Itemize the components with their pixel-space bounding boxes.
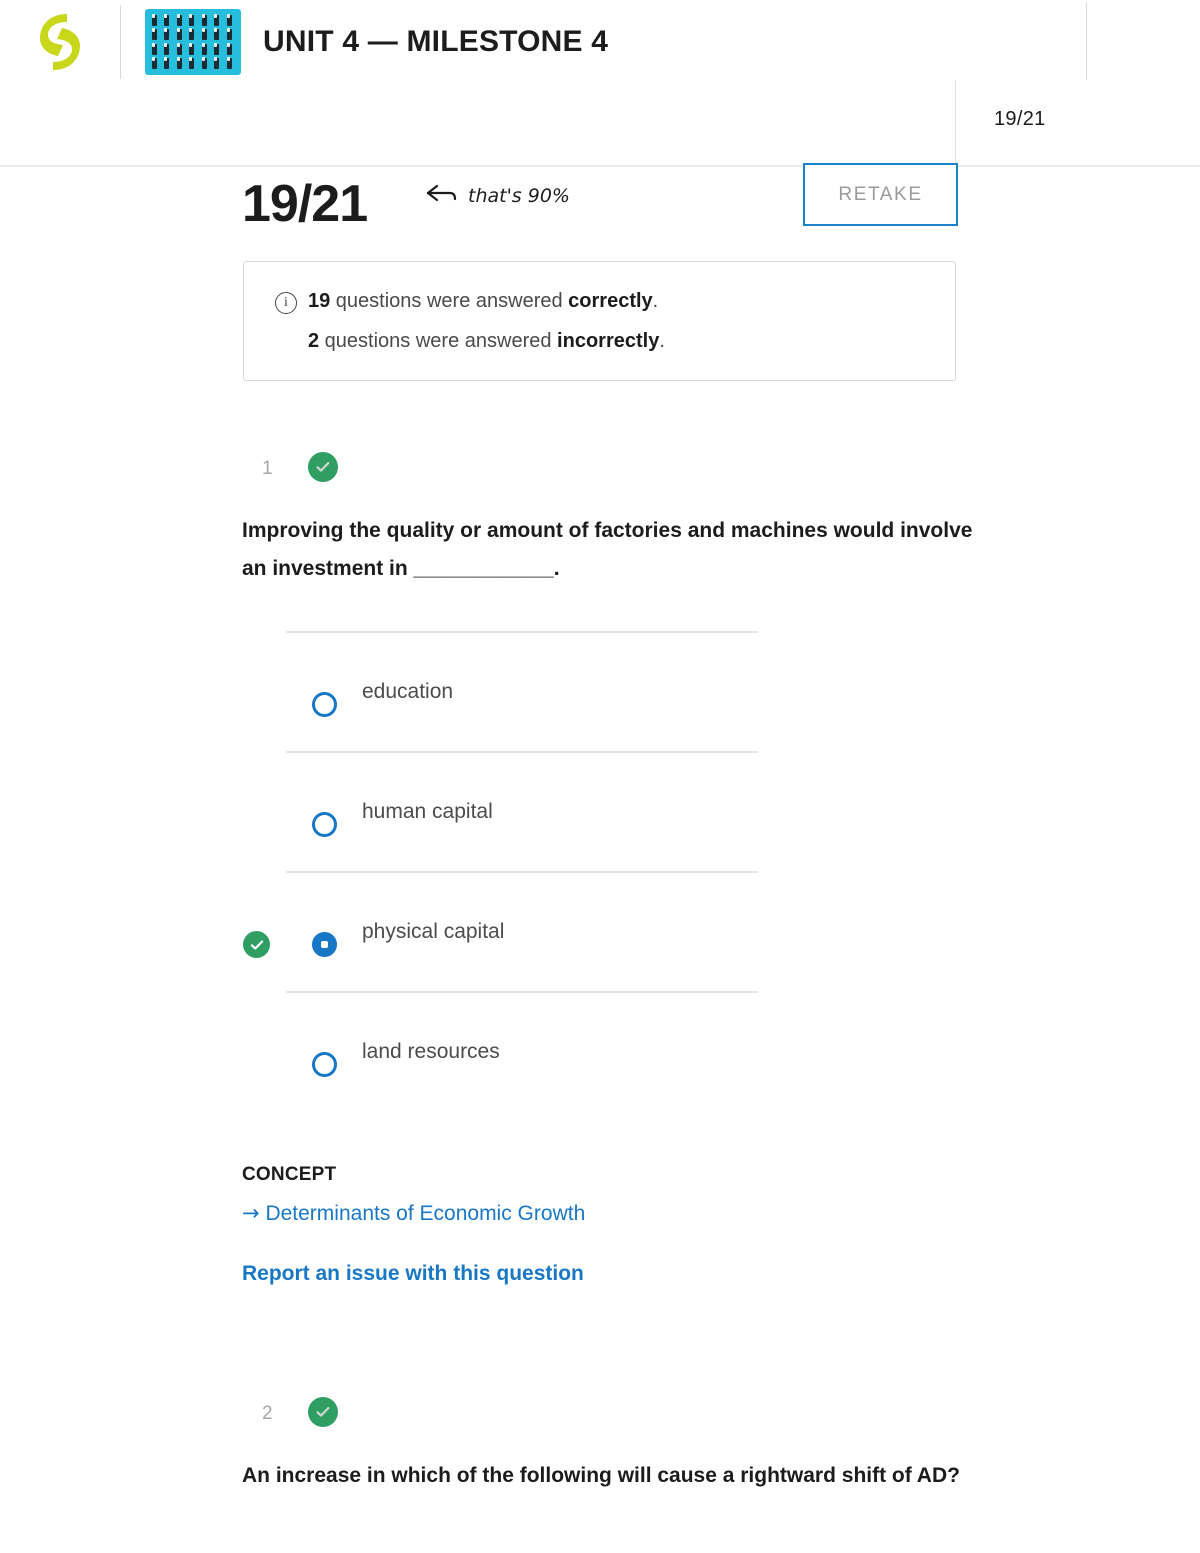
arrow-right-icon: → [242, 1201, 260, 1225]
concept-heading: CONCEPT [242, 1164, 337, 1185]
question-header: 2 [0, 1395, 1200, 1439]
incorrect-text: questions were answered [319, 330, 558, 352]
option-row[interactable]: human capital [0, 751, 1200, 871]
correct-answer-icon [243, 931, 270, 958]
option-separator [286, 751, 758, 753]
results-summary-box: i 19 questions were answered correctly. … [243, 261, 956, 381]
report-issue-link[interactable]: Report an issue with this question [242, 1262, 584, 1286]
question-header: 1 [0, 450, 1200, 494]
check-circle-icon [308, 1397, 338, 1427]
question-block: 2 An increase in which of the following … [0, 1395, 1200, 1487]
incorrect-word: incorrectly [557, 330, 660, 352]
score-value: 19/21 [242, 175, 368, 233]
info-icon: i [275, 292, 297, 314]
option-row[interactable]: education [0, 631, 1200, 751]
option-label: land resources [362, 1040, 500, 1063]
header-content: UNIT 4 — MILESTONE 4 [0, 0, 1200, 84]
question-number: 2 [262, 1403, 273, 1424]
question-number: 1 [262, 458, 273, 479]
header-score-divider [955, 80, 956, 165]
correct-word: correctly [568, 290, 653, 312]
header-right-divider [1086, 2, 1087, 80]
question-text: An increase in which of the following wi… [242, 1464, 960, 1487]
option-row[interactable]: land resources [0, 991, 1200, 1111]
page-header: UNIT 4 — MILESTONE 4 19/21 [0, 0, 1200, 167]
check-circle-icon [308, 452, 338, 482]
radio-button[interactable] [312, 812, 337, 837]
correct-period: . [652, 290, 659, 312]
radio-button[interactable] [312, 1052, 337, 1077]
option-separator [286, 871, 758, 873]
incorrect-period: . [659, 330, 665, 352]
radio-button[interactable] [312, 692, 337, 717]
question-block: 1 Improving the quality or amount of fac… [0, 450, 1200, 580]
page-title: UNIT 4 — MILESTONE 4 [263, 25, 609, 58]
concept-link-label: Determinants of Economic Growth [265, 1202, 586, 1225]
option-label: education [362, 680, 454, 703]
header-score-compact: 19/21 [994, 108, 1046, 130]
concept-link[interactable]: → Determinants of Economic Growth [242, 1201, 585, 1226]
unit-thumbnail-icon [145, 9, 241, 75]
score-annotation: that's 90% [424, 178, 574, 219]
option-row[interactable]: physical capital [0, 871, 1200, 991]
question-text: Improving the quality or amount of facto… [242, 519, 973, 581]
correct-text: questions were answered [330, 290, 569, 312]
svg-text:that's 90%: that's 90% [468, 185, 570, 207]
correct-summary-line: 19 questions were answered correctly. [308, 290, 658, 313]
score-row: 19/21 [0, 166, 1200, 262]
retake-button[interactable]: RETAKE [803, 163, 958, 226]
radio-button[interactable] [312, 932, 337, 957]
header-divider [120, 5, 121, 79]
option-separator [286, 631, 758, 633]
sophia-logo[interactable] [0, 0, 120, 84]
milestone-results-page: UNIT 4 — MILESTONE 4 19/21 19/21 that's … [0, 0, 1200, 1553]
incorrect-summary-line: 2 questions were answered incorrectly. [308, 330, 665, 353]
incorrect-count: 2 [308, 330, 320, 352]
option-label: physical capital [362, 920, 505, 943]
option-separator [286, 991, 758, 993]
option-label: human capital [362, 800, 493, 823]
answer-options: education human capital physical capital… [0, 631, 1200, 1111]
sophia-logo-mark [37, 13, 83, 71]
unit-thumbnail-grid [151, 14, 237, 70]
correct-count: 19 [308, 290, 331, 312]
